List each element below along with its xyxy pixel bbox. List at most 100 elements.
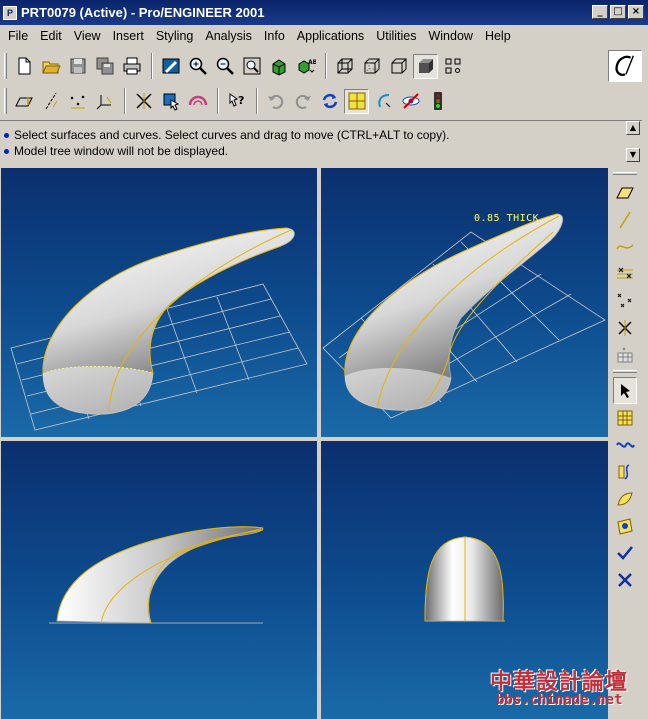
toolbar-separator: [151, 53, 153, 79]
toolbar-separator: [256, 88, 258, 114]
scroll-up-icon[interactable]: ▲: [626, 121, 640, 135]
save-icon[interactable]: [65, 54, 90, 79]
orient-icon[interactable]: [266, 54, 291, 79]
save-copy-icon[interactable]: [92, 54, 117, 79]
menu-edit[interactable]: Edit: [34, 29, 68, 43]
caption-buttons: _ □ ×: [592, 5, 644, 19]
saved-views-icon[interactable]: AB: [293, 54, 318, 79]
menu-applications[interactable]: Applications: [291, 29, 370, 43]
shell-surface: [56, 526, 264, 624]
mesh-icon[interactable]: [613, 341, 637, 368]
menu-analysis[interactable]: Analysis: [199, 29, 258, 43]
viewport-area: 0.85 THICK: [0, 166, 608, 719]
select-arrow-icon[interactable]: [613, 377, 637, 404]
toolbar-grip[interactable]: [4, 53, 7, 79]
message-area: Select surfaces and curves. Select curve…: [0, 120, 642, 164]
toolbar-separator: [217, 88, 219, 114]
style-icon[interactable]: [185, 89, 210, 114]
close-button[interactable]: ×: [628, 5, 644, 19]
datum-toolbar: ?: [0, 84, 452, 118]
curve-edit-icon[interactable]: [613, 458, 637, 485]
print-icon[interactable]: [119, 54, 144, 79]
new-icon[interactable]: [11, 54, 36, 79]
cancel-icon[interactable]: [613, 566, 637, 593]
bullet-icon: [4, 132, 9, 138]
points-icon[interactable]: [613, 287, 637, 314]
toolbar-grip[interactable]: [613, 370, 637, 373]
watermark-url: bbs.chinade.net: [496, 692, 623, 708]
refit-icon[interactable]: [239, 54, 264, 79]
plane-icon[interactable]: [613, 179, 637, 206]
menu-styling[interactable]: Styling: [150, 29, 200, 43]
menu-file[interactable]: File: [2, 29, 34, 43]
undo-icon[interactable]: [263, 89, 288, 114]
grid-points-icon[interactable]: [613, 260, 637, 287]
message-line: Model tree window will not be displayed.: [4, 143, 642, 159]
no-hidden-icon[interactable]: [386, 54, 411, 79]
menu-view[interactable]: View: [68, 29, 107, 43]
curve-icon[interactable]: [371, 89, 396, 114]
menu-help[interactable]: Help: [479, 29, 517, 43]
forum-watermark: 中華設計論壇 bbs.chinade.net: [490, 664, 642, 714]
title-bar[interactable]: P PRT0079 (Active) - Pro/ENGINEER 2001 _…: [0, 0, 648, 25]
datum-planes-icon[interactable]: [11, 89, 36, 114]
window-title: PRT0079 (Active) - Pro/ENGINEER 2001: [21, 5, 265, 20]
traffic-light-icon[interactable]: [425, 89, 450, 114]
datum-display-icon[interactable]: [440, 54, 465, 79]
viewport-isometric[interactable]: [1, 168, 317, 437]
svg-text:?: ?: [238, 94, 244, 107]
menu-info[interactable]: Info: [258, 29, 291, 43]
ptc-logo: [608, 50, 642, 82]
coord-sys-icon[interactable]: [92, 89, 117, 114]
svg-text:AB: AB: [308, 59, 316, 66]
app-icon: P: [3, 5, 17, 20]
redo-icon[interactable]: [290, 89, 315, 114]
watermark-chinese: 中華設計論壇: [490, 669, 629, 695]
grid-icon[interactable]: [344, 88, 369, 114]
hidden-line-icon[interactable]: [359, 54, 384, 79]
viewport-thickness[interactable]: 0.85 THICK: [321, 168, 608, 437]
zoom-out-icon[interactable]: [212, 54, 237, 79]
thickness-annotation: 0.85 THICK: [474, 213, 540, 224]
proe-window: P PRT0079 (Active) - Pro/ENGINEER 2001 _…: [0, 0, 648, 719]
repaint-icon[interactable]: [158, 54, 183, 79]
trim-icon[interactable]: [613, 512, 637, 539]
message-text: Model tree window will not be displayed.: [14, 144, 229, 158]
wireframe-icon[interactable]: [332, 54, 357, 79]
minimize-button[interactable]: _: [592, 5, 608, 19]
toolbar-separator: [325, 53, 327, 79]
menu-utilities[interactable]: Utilities: [370, 29, 422, 43]
bullet-icon: [4, 148, 9, 154]
whats-this-icon[interactable]: ?: [224, 89, 249, 114]
menu-window[interactable]: Window: [422, 29, 478, 43]
spin-center-icon[interactable]: [131, 89, 156, 114]
surface-icon[interactable]: [613, 485, 637, 512]
delete-points-icon[interactable]: [613, 314, 637, 341]
wave-curve-icon[interactable]: [613, 431, 637, 458]
menu-bar: File Edit View Insert Styling Analysis I…: [0, 25, 648, 47]
zoom-in-icon[interactable]: [185, 54, 210, 79]
toolbar-separator: [124, 88, 126, 114]
datum-points-icon[interactable]: [65, 89, 90, 114]
toolbar-grip[interactable]: [4, 88, 7, 114]
message-scrollbar[interactable]: ▲ ▼: [626, 121, 640, 162]
styling-toolbar: [611, 170, 639, 593]
line-icon[interactable]: [613, 206, 637, 233]
main-toolbar: AB: [0, 49, 467, 83]
viewport-side[interactable]: [1, 441, 317, 719]
curve-icon[interactable]: [613, 233, 637, 260]
regenerate-icon[interactable]: [317, 89, 342, 114]
message-text: Select surfaces and curves. Select curve…: [14, 128, 450, 142]
open-icon[interactable]: [38, 54, 63, 79]
menu-insert[interactable]: Insert: [107, 29, 150, 43]
message-line: Select surfaces and curves. Select curve…: [4, 127, 642, 143]
scroll-down-icon[interactable]: ▼: [626, 148, 640, 162]
datum-axes-icon[interactable]: [38, 89, 63, 114]
toolbar-grip[interactable]: [613, 172, 637, 175]
grid-select-icon[interactable]: [613, 404, 637, 431]
shading-icon[interactable]: [413, 53, 438, 79]
accept-icon[interactable]: [613, 539, 637, 566]
maximize-button[interactable]: □: [610, 5, 626, 19]
select-box-icon[interactable]: [158, 89, 183, 114]
hide-icon[interactable]: [398, 89, 423, 114]
